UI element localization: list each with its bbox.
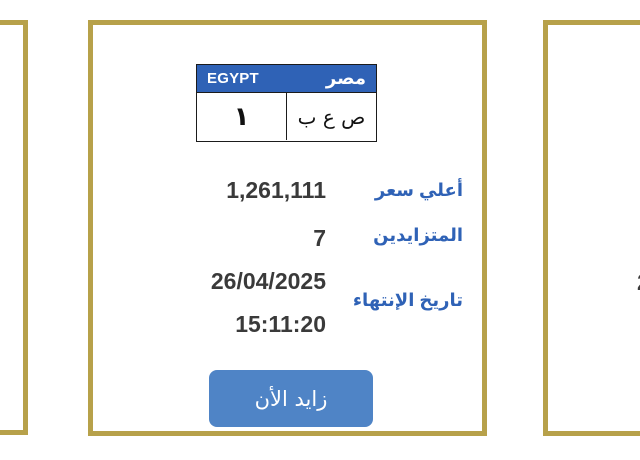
license-plate: EGYPT مصر ١ ص ع ب xyxy=(196,64,377,142)
auction-card-right-partial[interactable]: 2 xyxy=(543,20,640,436)
bidders-label: المتزايدين xyxy=(373,225,463,245)
auction-card-left-partial[interactable] xyxy=(0,20,28,435)
bid-now-button[interactable]: زايد الأن xyxy=(209,370,373,427)
bidders-value: 7 xyxy=(313,225,326,251)
highest-price-value: 1,261,111 xyxy=(226,177,326,203)
plate-letters: ص ع ب xyxy=(297,104,366,129)
plate-header: EGYPT مصر xyxy=(197,65,376,93)
auction-card[interactable]: EGYPT مصر ١ ص ع ب أعلي سعر 1,261,111 الم… xyxy=(88,20,487,436)
plate-country-en: EGYPT xyxy=(207,70,259,87)
highest-price-label: أعلي سعر xyxy=(374,180,463,200)
plate-number: ١ xyxy=(197,93,287,140)
plate-country-ar: مصر xyxy=(325,68,366,88)
end-time-value: 15:11:20 xyxy=(235,311,326,337)
end-date-value: 26/04/2025 xyxy=(210,268,326,294)
plate-body: ١ ص ع ب xyxy=(197,93,376,140)
end-date-label: تاريخ الإنتهاء xyxy=(352,290,463,310)
